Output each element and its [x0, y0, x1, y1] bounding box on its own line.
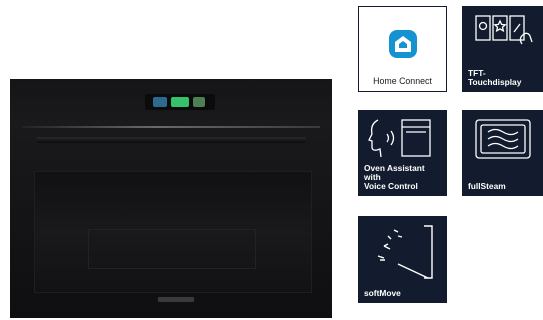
soft-close-door-icon	[377, 225, 433, 279]
oven-product-image	[10, 79, 332, 318]
tft-display	[145, 94, 215, 110]
feature-label: TFT- Touchdisplay	[468, 68, 522, 87]
door-handle	[36, 137, 306, 143]
feature-label: fullSteam	[468, 181, 506, 191]
siemens-wordmark	[158, 297, 194, 302]
feature-tile-oven-assistant: Oven Assistant with Voice Control	[358, 110, 447, 196]
steam-icon	[475, 119, 531, 159]
voice-assistant-icon	[368, 119, 431, 158]
feature-tile-softmove: softMove	[358, 216, 447, 303]
home-connect-icon	[389, 30, 417, 58]
oven-cavity	[88, 229, 256, 269]
feature-label: softMove	[364, 288, 401, 298]
panel-edge-highlight	[22, 126, 320, 128]
feature-tile-tft-touchdisplay: TFT- Touchdisplay	[462, 6, 543, 92]
feature-label: Oven Assistant with Voice Control	[364, 163, 425, 191]
touch-display-icon	[475, 15, 533, 45]
feature-tile-fullsteam: fullSteam	[462, 110, 543, 196]
feature-label: Home Connect	[373, 76, 432, 86]
feature-tile-home-connect: Home Connect	[358, 6, 447, 92]
